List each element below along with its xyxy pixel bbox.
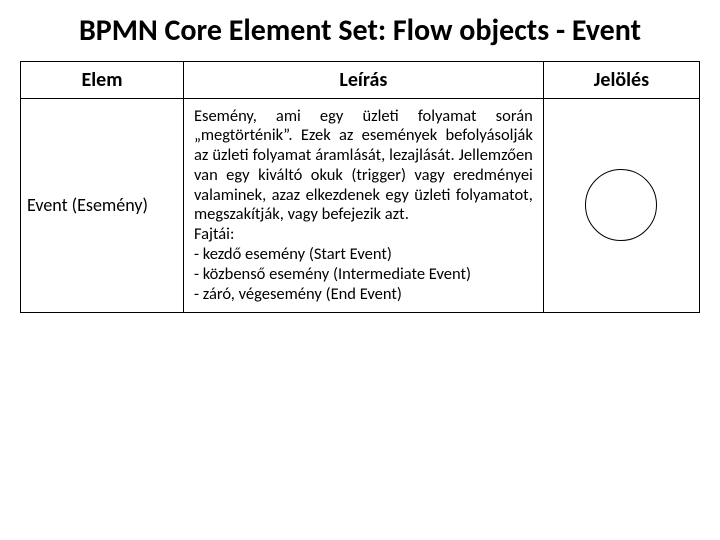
desc-paragraph: Esemény, ami egy üzleti folyamat során „… <box>194 107 533 226</box>
header-elem: Elem <box>21 61 184 98</box>
header-desc: Leírás <box>183 61 543 98</box>
slide-title: BPMN Core Element Set: Flow objects - Ev… <box>60 14 660 49</box>
desc-type-item: - közbenső esemény (Intermediate Event) <box>194 265 533 285</box>
header-sym: Jelölés <box>543 61 699 98</box>
cell-elem: Event (Esemény) <box>21 98 184 313</box>
table-row: Event (Esemény) Esemény, ami egy üzleti … <box>21 98 700 313</box>
content-table: Elem Leírás Jelölés Event (Esemény) Esem… <box>20 61 700 314</box>
cell-symbol <box>543 98 699 313</box>
cell-desc: Esemény, ami egy üzleti folyamat során „… <box>183 98 543 313</box>
desc-type-item: - kezdő esemény (Start Event) <box>194 245 533 265</box>
table-header-row: Elem Leírás Jelölés <box>21 61 700 98</box>
desc-types-label: Fajtái: <box>194 225 533 245</box>
desc-type-item: - záró, végesemény (End Event) <box>194 285 533 305</box>
event-circle-icon <box>585 169 657 241</box>
